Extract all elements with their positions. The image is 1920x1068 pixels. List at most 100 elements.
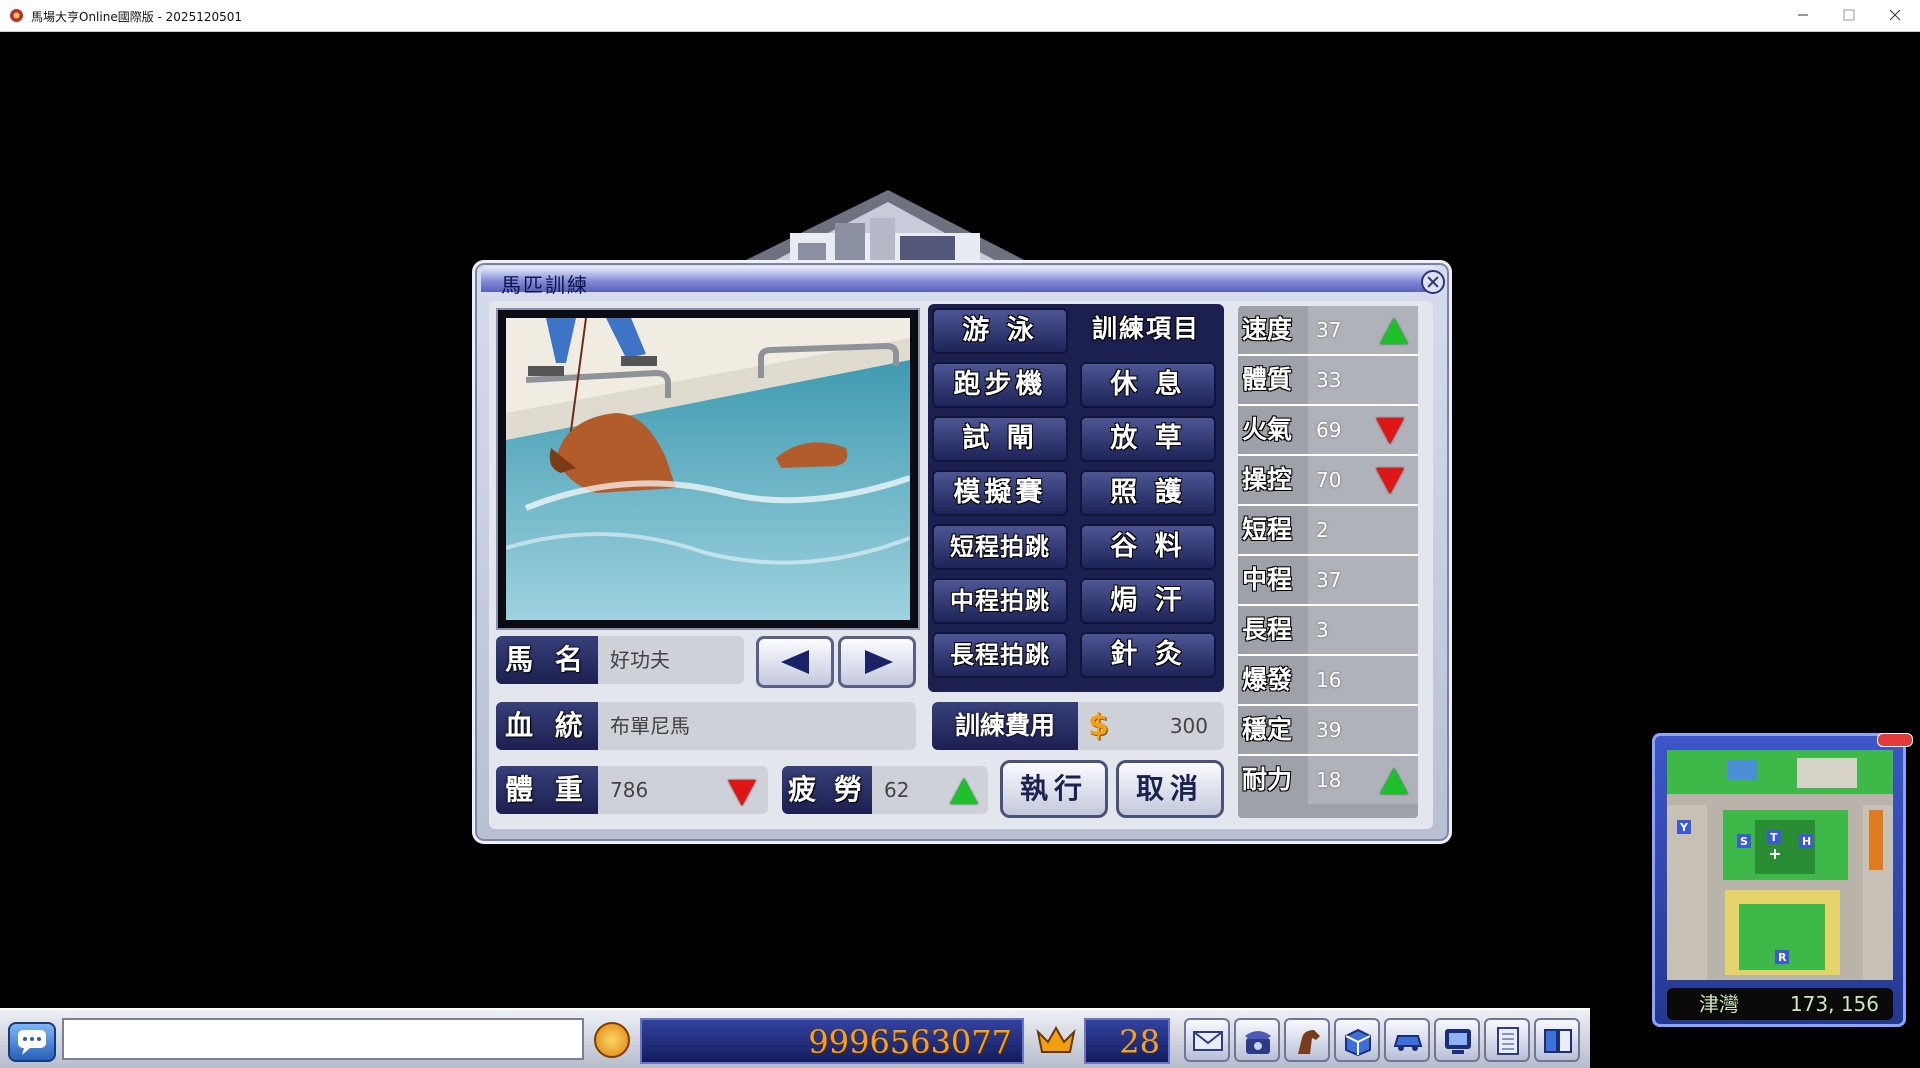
telephone-icon[interactable]: [1234, 1018, 1280, 1062]
training-care-button[interactable]: 照 護: [1080, 470, 1216, 516]
minimap-marker-r: R: [1778, 951, 1787, 964]
training-short-sprint-button[interactable]: 短程拍跳: [932, 524, 1068, 570]
stat-up-icon: [1380, 768, 1408, 794]
dialog-close-icon[interactable]: [1421, 270, 1445, 294]
horse-name-value: 好功夫: [598, 636, 744, 684]
location-name: 津灣: [1699, 992, 1739, 1016]
stat-name: 操控: [1242, 465, 1293, 494]
horse-name-label: 馬 名: [496, 636, 598, 684]
background-building: [740, 190, 1030, 263]
fatigue-up-icon: [950, 778, 978, 804]
stat-value: 2: [1308, 506, 1418, 554]
minimap-flag-icon[interactable]: [1877, 733, 1913, 747]
cancel-button[interactable]: 取消: [1116, 760, 1224, 818]
stat-name: 耐力: [1242, 765, 1293, 794]
training-treadmill-button[interactable]: 跑步機: [932, 362, 1068, 408]
training-picture-frame: [496, 308, 920, 630]
training-items-panel: 游 泳 訓練項目 跑步機 休 息 試 閘 放 草 模擬賽 照 護 短程拍跳 谷 …: [928, 304, 1224, 692]
training-sweat-button[interactable]: 焗 汗: [1080, 578, 1216, 624]
car-icon[interactable]: [1384, 1018, 1430, 1062]
maximize-button[interactable]: [1826, 2, 1872, 28]
stat-value: 37: [1308, 556, 1418, 604]
stat-name: 體質: [1242, 365, 1293, 394]
arrow-right-icon: [865, 650, 893, 674]
training-acupuncture-button[interactable]: 針 灸: [1080, 632, 1216, 678]
dialog-titlebar: 馬匹訓練: [481, 266, 1439, 297]
stat-name: 速度: [1242, 315, 1293, 344]
training-long-sprint-button[interactable]: 長程拍跳: [932, 632, 1068, 678]
window-title: 馬場大亨Online國際版 - 2025120501: [31, 10, 243, 24]
next-horse-button[interactable]: [838, 636, 916, 688]
stat-value: 16: [1308, 656, 1418, 704]
stat-value: 39: [1308, 706, 1418, 754]
stat-row-stability: 穩定 39: [1238, 706, 1418, 756]
window-titlebar: 馬場大亨Online國際版 - 2025120501: [0, 0, 1920, 32]
dialog-title: 馬匹訓練: [501, 273, 589, 297]
minimap-marker-h: H: [1802, 835, 1811, 848]
breed-label: 血 統: [496, 702, 598, 750]
crown-icon: [1036, 1025, 1076, 1053]
notebook-icon[interactable]: [1484, 1018, 1530, 1062]
location-coords: 173, 156: [1789, 992, 1879, 1016]
stat-name: 穩定: [1242, 715, 1293, 744]
stat-row-short-distance: 短程 2: [1238, 506, 1418, 556]
previous-horse-button[interactable]: [756, 636, 834, 688]
stat-row-burst: 爆發 16: [1238, 656, 1418, 706]
stat-value: 3: [1308, 606, 1418, 654]
training-grazing-button[interactable]: 放 草: [1080, 416, 1216, 462]
stat-down-icon: [1376, 468, 1404, 494]
training-rest-button[interactable]: 休 息: [1080, 362, 1216, 408]
stat-row-mid-distance: 中程 37: [1238, 556, 1418, 606]
close-window-button[interactable]: [1872, 2, 1918, 28]
training-gate-test-button[interactable]: 試 閘: [932, 416, 1068, 462]
horse-stats-panel: 速度 37 體質 33 火氣 69 操控 70 短程 2 中程 37 長程 3 …: [1238, 306, 1418, 818]
minimap[interactable]: Y S T H R 津灣 173, 156: [1652, 733, 1913, 1027]
level-display: 28: [1084, 1018, 1170, 1064]
minimap-image[interactable]: Y S T H R: [1667, 750, 1893, 980]
fatigue-label: 疲 勞: [782, 766, 872, 814]
training-grain-button[interactable]: 谷 料: [1080, 524, 1216, 570]
training-mid-sprint-button[interactable]: 中程拍跳: [932, 578, 1068, 624]
execute-button[interactable]: 執行: [1000, 760, 1108, 818]
box-icon[interactable]: [1334, 1018, 1380, 1062]
monitor-icon[interactable]: [1434, 1018, 1480, 1062]
horse-icon[interactable]: [1284, 1018, 1330, 1062]
stat-name: 長程: [1242, 615, 1293, 644]
training-mock-race-button[interactable]: 模擬賽: [932, 470, 1068, 516]
stat-row-stamina: 耐力 18: [1238, 756, 1418, 806]
minimap-marker-y: Y: [1679, 821, 1689, 834]
breed-value: 布單尼馬: [598, 702, 916, 750]
training-cost-label: 訓練費用: [932, 702, 1078, 750]
bottom-toolbar: 9996563077 28: [0, 1008, 1590, 1068]
minimap-marker-t: T: [1770, 831, 1778, 844]
stat-up-icon: [1380, 318, 1408, 344]
book-icon[interactable]: [1534, 1018, 1580, 1062]
horse-swimming-image: [506, 318, 910, 620]
stat-name: 爆發: [1242, 665, 1293, 694]
stat-row-temper: 火氣 69: [1238, 406, 1418, 456]
stat-name: 短程: [1242, 515, 1293, 544]
money-display: 9996563077: [640, 1018, 1024, 1064]
minimize-button[interactable]: [1780, 2, 1826, 28]
stat-row-control: 操控 70: [1238, 456, 1418, 506]
arrow-left-icon: [781, 650, 809, 674]
mail-icon[interactable]: [1184, 1018, 1230, 1062]
weight-label: 體 重: [496, 766, 598, 814]
dollar-icon: $: [1088, 708, 1109, 743]
stat-row-speed: 速度 37: [1238, 306, 1418, 356]
minimap-footer: 津灣 173, 156: [1667, 988, 1893, 1020]
coin-icon: [594, 1022, 630, 1058]
stat-value: 33: [1308, 356, 1418, 404]
stat-name: 中程: [1242, 565, 1293, 594]
stat-name: 火氣: [1242, 415, 1293, 444]
stat-down-icon: [1376, 418, 1404, 444]
training-swim-button[interactable]: 游 泳: [932, 308, 1068, 354]
app-icon: [10, 9, 23, 22]
chat-icon[interactable]: [8, 1022, 56, 1062]
weight-down-icon: [728, 780, 756, 806]
minimap-marker-s: S: [1740, 835, 1748, 848]
training-items-header: 訓練項目: [1091, 314, 1200, 343]
chat-input[interactable]: [62, 1018, 584, 1060]
stat-row-constitution: 體質 33: [1238, 356, 1418, 406]
stat-row-long-distance: 長程 3: [1238, 606, 1418, 656]
